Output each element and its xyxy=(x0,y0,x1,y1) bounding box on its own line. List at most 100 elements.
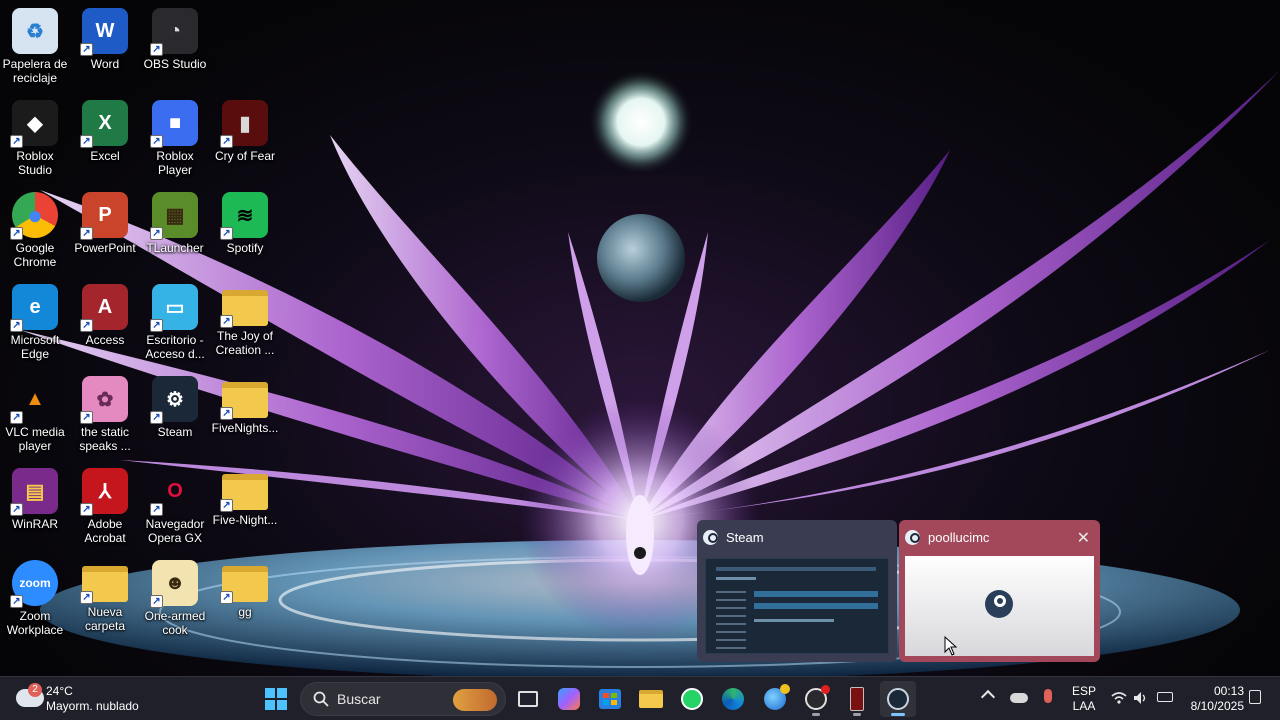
desktop-icon[interactable]: ✿ ↗ the static speaks ... xyxy=(70,376,140,453)
battery-icon[interactable] xyxy=(1157,692,1173,702)
desktop-icon-label: Excel xyxy=(90,149,120,163)
edge-button[interactable] xyxy=(715,681,751,717)
cry-of-fear-button[interactable] xyxy=(839,681,875,717)
notifications-icon[interactable] xyxy=(1249,690,1261,704)
app-icon: ☻ ↗ xyxy=(150,560,198,608)
language-indicator[interactable]: ESP LAA xyxy=(1068,684,1100,714)
search-highlight-icon xyxy=(453,689,497,711)
wifi-icon[interactable] xyxy=(1111,691,1127,705)
preview-title: Steam xyxy=(726,530,764,545)
desktop-icon[interactable]: ● ↗ Google Chrome xyxy=(0,192,70,269)
shortcut-arrow-icon: ↗ xyxy=(80,503,93,516)
obs-button[interactable] xyxy=(798,681,834,717)
app-icon: ↗ xyxy=(220,290,268,328)
clock-time: 00:13 xyxy=(1213,684,1244,698)
desktop-icon-label: Papelera de reciclaje xyxy=(2,57,68,85)
app-icon: A ↗ xyxy=(80,284,128,332)
shortcut-arrow-icon: ↗ xyxy=(150,43,163,56)
whatsapp-icon xyxy=(681,688,703,710)
shortcut-arrow-icon: ↗ xyxy=(10,503,23,516)
desktop-icon[interactable]: ⚙ ↗ Steam xyxy=(140,376,210,439)
desktop-icon[interactable]: ↗ gg xyxy=(210,560,280,619)
start-button[interactable] xyxy=(258,681,294,717)
file-explorer-button[interactable] xyxy=(633,681,669,717)
poollucimc-preview-thumbnail xyxy=(905,556,1094,656)
shortcut-arrow-icon: ↗ xyxy=(220,499,233,512)
copilot-icon xyxy=(558,688,580,710)
desktop-icon[interactable]: ▤ ↗ WinRAR xyxy=(0,468,70,531)
close-icon[interactable]: ✕ xyxy=(1077,528,1090,548)
shortcut-arrow-icon: ↗ xyxy=(150,319,163,332)
desktop-icon[interactable]: ▦ ↗ TLauncher xyxy=(140,192,210,255)
shortcut-arrow-icon: ↗ xyxy=(80,319,93,332)
desktop-icon[interactable]: ☻ ↗ One-armed cook xyxy=(140,560,210,637)
desktop-icon-label: Access xyxy=(85,333,125,347)
desktop-icon[interactable]: ↗ The Joy of Creation ... xyxy=(210,284,280,357)
copilot-button[interactable] xyxy=(551,681,587,717)
app-icon: P ↗ xyxy=(80,192,128,240)
clock-date: 8/10/2025 xyxy=(1190,699,1244,713)
desktop-icon[interactable]: W ↗ Word xyxy=(70,8,140,71)
app-icon: ● ↗ xyxy=(10,192,58,240)
running-indicator xyxy=(891,713,905,716)
desktop-icon[interactable]: ↗ Nueva carpeta xyxy=(70,560,140,633)
clock[interactable]: 00:13 8/10/2025 xyxy=(1184,684,1244,714)
desktop-icon[interactable]: zoom ↗ Zoom Workplace xyxy=(0,560,70,637)
shortcut-arrow-icon: ↗ xyxy=(10,135,23,148)
store-button[interactable] xyxy=(592,681,628,717)
steam-window-preview[interactable]: Steam xyxy=(697,520,897,662)
desktop-icon[interactable]: ↗ FiveNights... xyxy=(210,376,280,435)
desktop-icon[interactable]: ▲ ↗ VLC media player xyxy=(0,376,70,454)
desktop-icon-label: Roblox Studio xyxy=(16,149,54,177)
desktop-icon[interactable]: ◆ ↗ Roblox Studio xyxy=(0,100,70,177)
chevron-up-icon[interactable] xyxy=(980,689,996,705)
app-icon: W ↗ xyxy=(80,8,128,56)
desktop-icon-label: Microsoft Edge xyxy=(10,333,60,361)
desktop-icon[interactable]: ≋ ↗ Spotify xyxy=(210,192,280,255)
weather-widget[interactable]: 2 24°C Mayorm. nublado xyxy=(12,681,172,717)
microphone-icon[interactable] xyxy=(1044,689,1052,703)
task-view-button[interactable] xyxy=(510,681,546,717)
poollucimc-window-preview[interactable]: poollucimc ✕ xyxy=(899,520,1100,662)
desktop-icon-label: Cry of Fear xyxy=(214,149,275,163)
desktop-icon[interactable]: e ↗ Microsoft Edge xyxy=(0,284,70,361)
app-icon: ◔ ↗ xyxy=(150,8,198,56)
app-icon: zoom ↗ xyxy=(10,560,58,608)
shortcut-arrow-icon: ↗ xyxy=(80,411,93,424)
onedrive-icon[interactable] xyxy=(1010,693,1028,703)
search-placeholder: Buscar xyxy=(337,691,381,707)
app-icon: ■ ↗ xyxy=(150,100,198,148)
desktop-icon[interactable]: P ↗ PowerPoint xyxy=(70,192,140,255)
desktop-icon-label: Spotify xyxy=(226,241,264,255)
taskbar-search[interactable]: Buscar xyxy=(300,682,506,716)
shortcut-arrow-icon: ↗ xyxy=(220,591,233,604)
volume-icon[interactable] xyxy=(1133,691,1149,705)
desktop-icon[interactable]: ▭ ↗ Escritorio - Acceso d... xyxy=(140,284,210,361)
shortcut-arrow-icon: ↗ xyxy=(220,407,233,420)
desktop-icon-label: Escritorio - Acceso d... xyxy=(145,333,205,361)
desktop-icon[interactable]: O ↗ Navegador Opera GX xyxy=(140,468,210,546)
browser-button[interactable] xyxy=(757,681,793,717)
desktop-icon[interactable]: ♻ Papelera de reciclaje xyxy=(0,8,70,85)
windows-logo-icon xyxy=(265,688,287,710)
app-icon: ↗ xyxy=(220,474,268,512)
desktop-icon[interactable]: ↗ Five-Night... xyxy=(210,468,280,527)
desktop-icon[interactable]: A ↗ Access xyxy=(70,284,140,347)
app-icon: e ↗ xyxy=(10,284,58,332)
steam-taskbar-button[interactable] xyxy=(880,681,916,717)
desktop-icon[interactable]: ⅄ ↗ Adobe Acrobat xyxy=(70,468,140,545)
desktop-icon-label: The Joy of Creation ... xyxy=(215,329,275,357)
desktop-icon[interactable]: X ↗ Excel xyxy=(70,100,140,163)
app-icon: ⅄ ↗ xyxy=(80,468,128,516)
steam-logo-icon xyxy=(985,590,1013,618)
app-icon: ↗ xyxy=(80,566,128,604)
desktop-icon[interactable]: ◔ ↗ OBS Studio xyxy=(140,8,210,71)
desktop-icon[interactable]: ▮ ↗ Cry of Fear xyxy=(210,100,280,163)
desktop-icon-label: VLC media player xyxy=(5,425,65,453)
whatsapp-button[interactable] xyxy=(674,681,710,717)
desktop-icon[interactable]: ■ ↗ Roblox Player xyxy=(140,100,210,177)
app-icon: ▮ ↗ xyxy=(220,100,268,148)
browser-icon xyxy=(764,684,790,710)
desktop-icon-label: Nueva carpeta xyxy=(84,605,126,633)
desktop-icon-label: Google Chrome xyxy=(13,241,57,269)
